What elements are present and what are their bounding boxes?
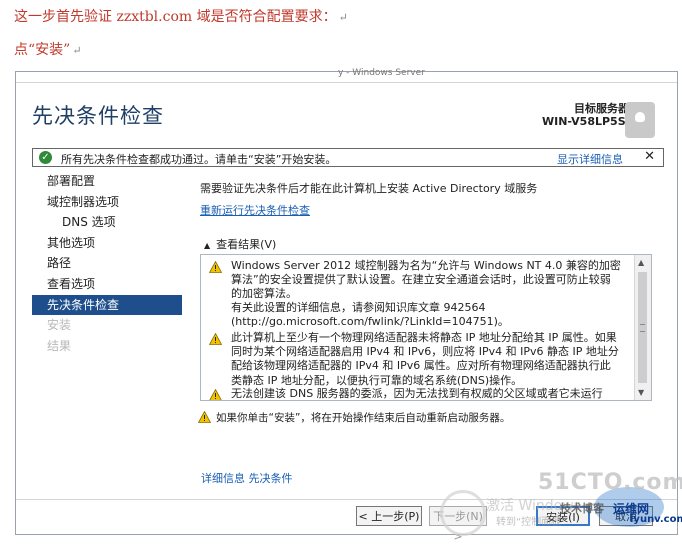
scroll-thumb[interactable] xyxy=(638,272,647,383)
rerun-prerequisites-link[interactable]: 重新运行先决条件检查 xyxy=(200,202,310,218)
warning-icon xyxy=(209,389,222,400)
nav-item-2[interactable]: DNS 选项 xyxy=(32,212,182,233)
paragraph-mark: ↵ xyxy=(72,44,82,57)
nav-item-7: 安装 xyxy=(47,318,72,333)
scroll-down-icon[interactable]: ▼ xyxy=(638,388,644,397)
more-about-prerequisites-link[interactable]: 详细信息 先决条件 xyxy=(201,470,293,486)
paragraph-mark: ↵ xyxy=(338,11,348,24)
show-details-link[interactable]: 显示详细信息 xyxy=(557,151,623,167)
description-text: 需要验证先决条件后才能在此计算机上安装 Active Directory 域服务 xyxy=(200,182,538,195)
notification-message: 所有先决条件检查都成功通过。请单击“安装”开始安装。 xyxy=(61,153,337,166)
doc-line-1: 这一步首先验证 zzxtbl.com 域是否符合配置要求： ↵ xyxy=(14,6,348,26)
success-check-icon: ✓ xyxy=(39,151,52,164)
close-notification-icon[interactable]: ✕ xyxy=(644,149,655,164)
scroll-up-icon[interactable]: ▲ xyxy=(638,258,644,267)
view-results-label: 查看结果(V) xyxy=(216,238,277,251)
restart-warning-text: 如果你单击“安装”，将在开始操作结束后自动重新启动服务器。 xyxy=(216,412,511,424)
ad-wizard-window: y - Windows Server 先决条件检查 目标服务器 WIN-V58L… xyxy=(15,68,678,543)
chevron-up-icon: ▲ xyxy=(204,241,211,250)
nav-item-8: 结果 xyxy=(47,338,72,353)
watermark-51cto: 51CTO.com xyxy=(538,470,682,495)
warning-icon xyxy=(209,261,222,273)
watermark-iyunv: iyunv.com xyxy=(630,514,682,525)
window-title: y - Windows Server xyxy=(338,68,425,78)
grip-icon xyxy=(640,324,645,332)
results-scrollbar[interactable]: ▲ ▼ xyxy=(634,255,651,400)
overlay-button[interactable] xyxy=(625,102,655,138)
doc-line-1-text: 这一步首先验证 zzxtbl.com 域是否符合配置要求： xyxy=(14,9,337,25)
result-text: 有关此设置的详细信息，请参阅知识库文章 942564 (http://go.mi… xyxy=(231,301,509,329)
restart-warning: 如果你单击“安装”，将在开始操作结束后自动重新启动服务器。 xyxy=(198,410,511,425)
doc-line-2-text: 点“安装” xyxy=(14,42,71,58)
result-text: Windows Server 2012 域控制器为名为“允许与 Windows … xyxy=(231,259,621,301)
warning-icon xyxy=(209,333,222,345)
view-results-toggle[interactable]: ▲ 查看结果(V) xyxy=(204,236,276,252)
nav-item-6[interactable]: 先决条件检查 xyxy=(32,294,182,316)
results-list[interactable]: 无法创建该 DNS 服务器的委派，因为无法找到有权威的父区域或者它未运行 Win… xyxy=(200,254,652,401)
notification-bar: ✓ 所有先决条件检查都成功通过。请单击“安装”开始安装。 显示详细信息 ✕ xyxy=(32,148,664,167)
result-text: 此计算机上至少有一个物理网络适配器未将静态 IP 地址分配给其 IP 属性。如果… xyxy=(231,331,619,387)
nav-item-1[interactable]: 域控制器选项 xyxy=(32,192,182,213)
nav-item-4[interactable]: 路径 xyxy=(32,253,182,274)
wizard-nav: 部署配置 域控制器选项 DNS 选项 其他选项 路径 查看选项 先决条件检查安装结果 xyxy=(32,171,182,356)
window-titlebar: y - Windows Server xyxy=(16,68,677,83)
target-server-label: 目标服务器 xyxy=(574,102,629,115)
result-text: 无法创建该 DNS 服务器的委派，因为无法找到有权威的父区域或者它未运行 Win… xyxy=(231,387,603,400)
nav-item-3[interactable]: 其他选项 xyxy=(32,233,182,254)
doc-line-2: 点“安装” ↵ xyxy=(14,39,82,59)
nav-item-5[interactable]: 查看选项 xyxy=(32,274,182,295)
previous-button[interactable]: < 上一步(P) xyxy=(356,506,422,526)
watermark-activate-sub: 转到“控制面板” xyxy=(496,517,567,528)
target-server-name: WIN-V58LP5SO xyxy=(541,115,635,128)
watermark-circle xyxy=(440,490,486,536)
page-title: 先决条件检查 xyxy=(32,104,164,128)
nav-item-0[interactable]: 部署配置 xyxy=(32,171,182,192)
warning-icon xyxy=(198,411,211,423)
pointer-icon xyxy=(635,112,645,122)
watermark-blog: 技术博客 xyxy=(560,502,604,515)
content-pane: 需要验证先决条件后才能在此计算机上安装 Active Directory 域服务… xyxy=(200,180,660,251)
